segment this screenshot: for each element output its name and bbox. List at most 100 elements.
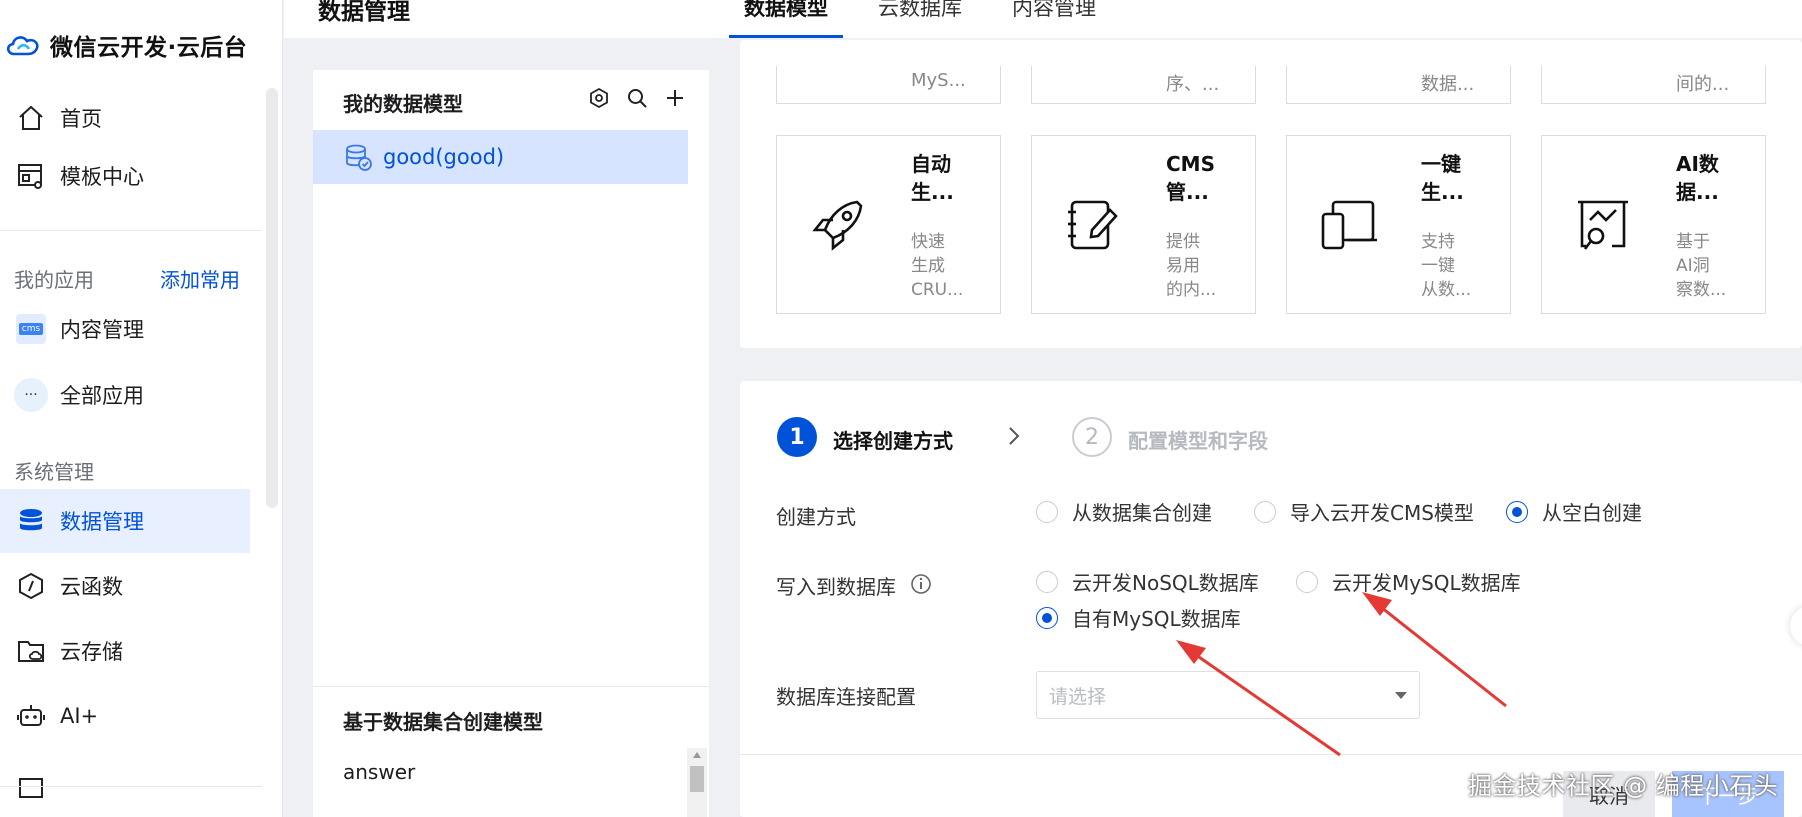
nav-ai-plus-label: AI+ (60, 704, 99, 728)
my-apps-section: 我的应用 (14, 268, 94, 292)
radio-circle[interactable] (1036, 570, 1058, 593)
nav-all-apps-label: 全部应用 (60, 384, 144, 408)
radio-from-collection[interactable]: 从数据集合创建 (1036, 497, 1212, 526)
active-tab-indicator (729, 35, 843, 38)
step-1-label: 选择创建方式 (833, 429, 953, 453)
cloud-logo-icon (6, 36, 39, 56)
nav-templates-label: 模板中心 (60, 165, 144, 189)
template-center-icon (14, 159, 48, 193)
search-icon[interactable] (625, 86, 649, 110)
radio-label: 从数据集合创建 (1072, 501, 1212, 525)
nav-content-mgmt-label: 内容管理 (60, 318, 144, 342)
nav-home[interactable]: 首页 (0, 86, 250, 150)
sidebar: 微信云开发·云后台 首页 模板中心 我的应用 添加常用 cms 内容管理 ···… (0, 0, 283, 817)
radio-from-blank[interactable]: 从空白创建 (1506, 497, 1642, 526)
robot-icon (14, 699, 48, 733)
notebook-pen-icon (1068, 200, 1118, 250)
model-item-label: good(good) (383, 145, 505, 169)
template-card-auto-generate[interactable]: 自动 生... 快速 生成 CRU... (776, 135, 1001, 314)
settings-icon[interactable] (587, 86, 611, 110)
add-favorite-link[interactable]: 添加常用 (160, 264, 240, 293)
brand-title: 微信云开发·云后台 (50, 35, 248, 61)
brand[interactable]: 微信云开发·云后台 (4, 28, 247, 62)
folder-cloud-icon (14, 634, 48, 668)
create-model-form: 1 选择创建方式 2 配置模型和字段 创建方式 从数据集合创建 导入云开发CMS… (740, 381, 1802, 817)
home-icon (14, 101, 48, 135)
radio-cloud-mysql[interactable]: 云开发MySQL数据库 (1296, 567, 1521, 596)
template-cards-panel: MyS... 序、... 数据... 间的... 自动 生... 快速 生成 C… (740, 40, 1802, 348)
card-title: 一键 生... (1421, 152, 1464, 204)
radio-circle[interactable] (1036, 606, 1058, 629)
function-icon (14, 569, 48, 603)
radio-circle[interactable] (1254, 500, 1276, 523)
radio-label: 自有MySQL数据库 (1072, 607, 1241, 631)
template-card-ai-data[interactable]: AI数 据... 基于 AI洞 察数... (1541, 135, 1766, 314)
card-desc: 间的... (1676, 74, 1730, 95)
nav-home-label: 首页 (60, 107, 102, 131)
cms-icon: cms (14, 312, 48, 346)
radio-circle[interactable] (1506, 500, 1528, 523)
template-card-cms[interactable]: CMS 管... 提供 易用 的内... (1031, 135, 1256, 314)
radio-own-mysql[interactable]: 自有MySQL数据库 (1036, 603, 1241, 632)
sidebar-scrollbar[interactable] (266, 88, 278, 508)
radio-nosql[interactable]: 云开发NoSQL数据库 (1036, 567, 1259, 596)
watermark: 掘金技术社区 @ 编程小石头 (1468, 772, 1779, 800)
nav-cloud-functions[interactable]: 云函数 (0, 554, 250, 618)
scroll-thumb[interactable] (690, 766, 704, 792)
template-card[interactable]: MyS... (776, 66, 1001, 104)
top-tabs: 数据管理 数据模型 云数据库 内容管理 (284, 0, 1802, 38)
model-item-good[interactable]: good(good) (313, 130, 688, 184)
nav-bottom-divider (0, 786, 262, 787)
collection-item-answer[interactable]: answer (343, 760, 415, 784)
caret-down-icon (1395, 692, 1407, 699)
create-method-label: 创建方式 (776, 505, 856, 529)
tab-content-mgmt[interactable]: 内容管理 (1012, 0, 1096, 22)
radio-label: 云开发NoSQL数据库 (1072, 571, 1259, 595)
page-title: 数据管理 (318, 0, 410, 25)
db-connection-select[interactable]: 请选择 (1036, 671, 1420, 719)
rocket-icon (812, 200, 863, 251)
model-db-icon (346, 144, 372, 171)
nav-content-mgmt[interactable]: cms 内容管理 (0, 297, 250, 361)
radio-circle[interactable] (1296, 570, 1318, 593)
system-section: 系统管理 (14, 460, 94, 484)
card-title: AI数 据... (1676, 152, 1719, 204)
step-1-badge: 1 (777, 417, 817, 457)
step-2-label: 配置模型和字段 (1128, 429, 1268, 453)
nav-data-mgmt-label: 数据管理 (60, 510, 144, 534)
tab-cloud-db[interactable]: 云数据库 (878, 0, 962, 22)
add-icon[interactable] (663, 86, 687, 110)
card-desc: 快速 生成 CRU... (911, 232, 964, 300)
radio-label: 从空白创建 (1542, 501, 1642, 525)
my-models-title: 我的数据模型 (343, 92, 463, 116)
template-card-one-click[interactable]: 一键 生... 支持 一键 从数... (1286, 135, 1511, 314)
template-card[interactable]: 数据... (1286, 66, 1511, 104)
card-desc: MyS... (911, 70, 966, 91)
model-list-panel: 我的数据模型 good(good) 基于数据集合创建模型 answer (313, 70, 709, 817)
nav-all-apps[interactable]: ··· 全部应用 (0, 363, 250, 427)
db-connection-label: 数据库连接配置 (776, 685, 916, 709)
nav-divider (0, 230, 262, 231)
radio-circle[interactable] (1036, 500, 1058, 523)
card-desc: 提供 易用 的内... (1166, 232, 1217, 300)
scroll-up-arrow-icon[interactable] (693, 752, 701, 758)
template-card[interactable]: 间的... (1541, 66, 1766, 104)
tab-data-model[interactable]: 数据模型 (744, 0, 828, 22)
radio-label: 云开发MySQL数据库 (1332, 571, 1521, 595)
write-db-label: 写入到数据库 (776, 575, 896, 599)
card-desc: 支持 一键 从数... (1421, 232, 1472, 300)
card-desc: 序、... (1166, 74, 1220, 95)
collection-scrollbar[interactable] (687, 748, 707, 817)
nav-data-mgmt[interactable]: 数据管理 (0, 489, 250, 553)
card-title: 自动 生... (911, 152, 954, 204)
panel-divider (313, 686, 709, 687)
card-desc: 基于 AI洞 察数... (1676, 232, 1727, 300)
template-card[interactable]: 序、... (1031, 66, 1256, 104)
nav-ai-plus[interactable]: AI+ (0, 684, 250, 748)
info-icon[interactable] (910, 573, 932, 595)
radio-import-cms[interactable]: 导入云开发CMS模型 (1254, 497, 1474, 526)
chevron-right-icon (1009, 427, 1020, 445)
nav-templates[interactable]: 模板中心 (0, 144, 250, 208)
nav-cloud-storage[interactable]: 云存储 (0, 619, 250, 683)
step-2-badge: 2 (1072, 417, 1112, 457)
